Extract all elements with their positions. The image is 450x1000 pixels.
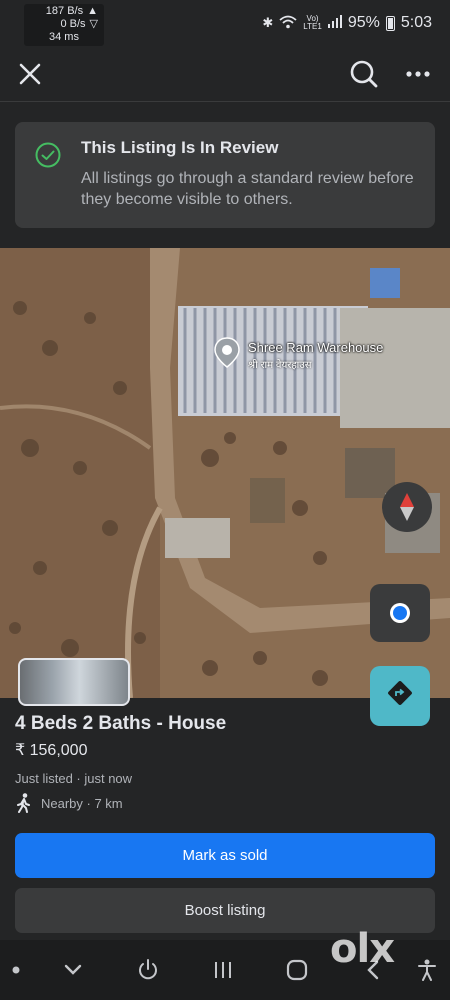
my-location-button[interactable]	[370, 584, 430, 642]
battery-icon	[385, 15, 395, 31]
more-icon	[406, 71, 430, 77]
signal-icon	[327, 15, 342, 31]
review-description: All listings go through a standard revie…	[81, 170, 414, 208]
battery-percent: 95%	[347, 14, 380, 31]
nav-recents-button[interactable]	[210, 958, 236, 982]
nav-accessibility-button[interactable]	[414, 958, 440, 982]
wifi-icon	[279, 15, 297, 32]
power-icon	[139, 959, 157, 980]
net-down-value: 0 B/s	[60, 18, 86, 30]
nav-hide-button[interactable]	[60, 958, 86, 982]
volte-icon: Vo) LTE1	[303, 14, 322, 31]
mark-as-sold-label: Mark as sold	[182, 847, 268, 864]
net-up-value: 187 B/s	[45, 5, 84, 17]
walking-person-icon	[17, 793, 30, 813]
accessibility-icon	[418, 959, 436, 981]
latency-value: 34 ms	[49, 31, 79, 43]
listing-status: Just listed · just now	[15, 771, 133, 786]
search-button[interactable]	[344, 54, 384, 94]
location-pin-icon	[214, 337, 240, 368]
listing-distance: Nearby · 7 km	[15, 793, 123, 813]
review-title: This Listing Is In Review	[81, 138, 279, 157]
dot-icon	[12, 966, 20, 974]
check-circle-icon	[35, 142, 61, 168]
compass-button[interactable]	[382, 482, 432, 532]
map-place-label: Shree Ram Warehouse	[248, 340, 384, 355]
nav-power-button[interactable]	[135, 958, 161, 982]
network-speed-widget: 187 B/s ▲ 0 B/s ▽ 34 ms	[24, 4, 104, 46]
status-bar: 187 B/s ▲ 0 B/s ▽ 34 ms ✱ Vo) LTE1 95% 5:03	[0, 0, 450, 50]
review-banner: This Listing Is In Review All listings g…	[15, 122, 435, 228]
clock: 5:03	[400, 14, 432, 31]
status-icons: ✱ Vo) LTE1 95% 5:03	[262, 14, 432, 32]
listing-price: ₹ 156,000	[15, 742, 88, 759]
listing-photo-thumbnail[interactable]	[18, 658, 130, 706]
map-place-label-local: श्री राम वेयरहाउस	[248, 360, 312, 371]
boost-listing-label: Boost listing	[184, 902, 266, 919]
directions-icon	[388, 681, 412, 705]
mark-as-sold-button[interactable]: Mark as sold	[15, 833, 435, 878]
my-location-icon	[390, 603, 410, 623]
close-icon	[19, 63, 41, 85]
chevron-down-icon	[64, 964, 82, 975]
compass-icon	[400, 493, 414, 521]
olx-watermark-logo: olx	[330, 926, 395, 972]
nav-home-button[interactable]	[284, 958, 310, 982]
more-options-button[interactable]	[398, 54, 438, 94]
download-arrow-icon: ▽	[89, 18, 98, 30]
close-button[interactable]	[10, 54, 50, 94]
listing-toolbar	[0, 50, 450, 102]
recents-icon	[215, 962, 231, 978]
listing-title: 4 Beds 2 Baths - House	[15, 713, 227, 734]
upload-arrow-icon: ▲	[87, 5, 98, 17]
nav-dot-button[interactable]	[10, 958, 22, 982]
distance-label: Nearby · 7 km	[41, 795, 123, 811]
home-icon	[286, 959, 308, 981]
bluetooth-icon: ✱	[262, 15, 274, 30]
search-icon	[350, 60, 378, 88]
directions-button[interactable]	[370, 666, 430, 726]
